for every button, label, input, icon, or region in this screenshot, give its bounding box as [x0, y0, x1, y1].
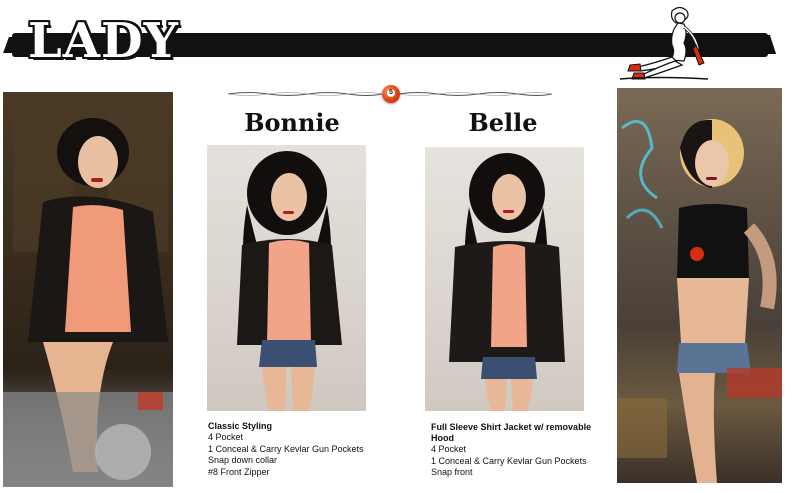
feature-item: 4 Pocket: [208, 432, 244, 442]
product-title-belle: Belle: [468, 108, 538, 137]
billiard-ball-icon: 5: [382, 85, 400, 103]
feature-list-bonnie: 4 Pocket 1 Conceal & Carry Kevlar Gun Po…: [208, 432, 388, 478]
brand-logo: LADY: [28, 13, 179, 69]
product-photo-bonnie: [207, 145, 366, 411]
lifestyle-photo-right: [617, 88, 782, 483]
product-description-belle: Full Sleeve Shirt Jacket w/ removable Ho…: [431, 422, 601, 479]
lifestyle-photo-left: [3, 92, 173, 487]
product-title-bonnie: Bonnie: [244, 108, 340, 137]
feature-list-belle: 4 Pocket 1 Conceal & Carry Kevlar Gun Po…: [431, 444, 601, 479]
product-heading-belle: Full Sleeve Shirt Jacket w/ removable Ho…: [431, 422, 592, 443]
feature-item: 1 Conceal & Carry Kevlar Gun Pockets: [208, 443, 364, 454]
feature-item: 1 Conceal & Carry Kevlar Gun Pockets: [431, 455, 587, 466]
feature-item: 4 Pocket: [431, 444, 467, 454]
product-heading-bonnie: Classic Styling: [208, 421, 273, 431]
feature-item: #8 Front Zipper: [208, 466, 270, 477]
ball-number: 5: [387, 89, 395, 97]
pinup-illustration: [619, 6, 709, 80]
feature-item: Snap front: [431, 467, 473, 477]
product-description-bonnie: Classic Styling 4 Pocket 1 Conceal & Car…: [208, 421, 388, 478]
feature-item: Snap down collar: [208, 455, 278, 465]
product-photo-belle: [425, 147, 584, 411]
